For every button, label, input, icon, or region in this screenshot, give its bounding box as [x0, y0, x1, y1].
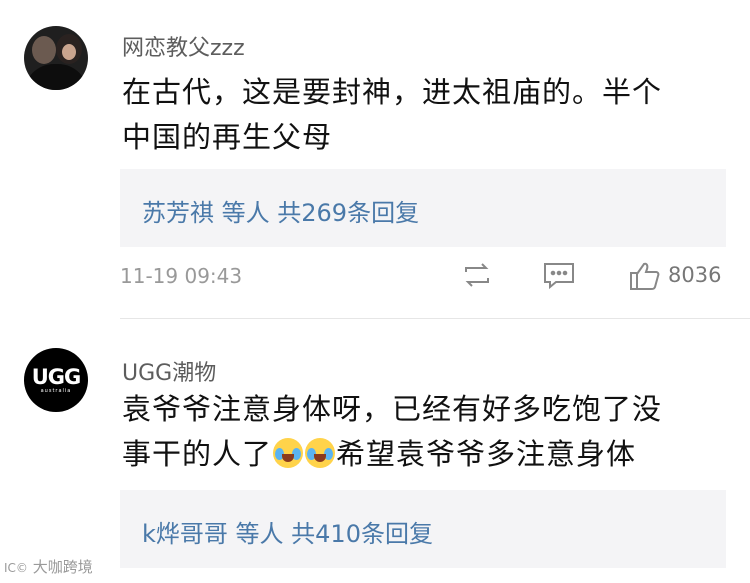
comment-text-line: 事干的人了 希望袁爷爷多注意身体	[122, 432, 722, 477]
reply-summary-link[interactable]: k烨哥哥 等人 共410条回复	[142, 514, 433, 549]
avatar-body	[24, 64, 88, 90]
reply-summary-box[interactable]: 苏芳祺 等人 共269条回复	[120, 169, 726, 247]
comment-text: 在古代，这是要封神，进太祖庙的。半个 中国的再生父母	[122, 70, 722, 160]
like-count: 8036	[668, 263, 722, 287]
username[interactable]: UGG潮物	[122, 355, 216, 387]
timestamp: 11-19 09:43	[120, 264, 243, 288]
crying-laughing-emoji-icon	[273, 438, 304, 468]
comment-icon[interactable]	[542, 260, 576, 294]
comment-item: 网恋教父zzz 在古代，这是要封神，进太祖庙的。半个 中国的再生父母 苏芳祺 等…	[0, 0, 750, 318]
comment-item: UGG australia UGG潮物 袁爷爷注意身体呀，已经有好多吃饱了没 事…	[0, 319, 750, 583]
like-thumb-icon[interactable]	[628, 260, 662, 296]
avatar[interactable]: UGG australia	[24, 348, 88, 412]
watermark-logo: IC©	[4, 561, 28, 575]
reply-summary-link[interactable]: 苏芳祺 等人 共269条回复	[142, 193, 419, 228]
crying-laughing-emoji-icon	[305, 438, 336, 468]
comment-text-line: 在古代，这是要封神，进太祖庙的。半个	[122, 75, 663, 109]
comment-text: 袁爷爷注意身体呀，已经有好多吃饱了没 事干的人了 希望袁爷爷多注意身体	[122, 387, 722, 477]
watermark: IC© 大咖跨境	[4, 556, 93, 577]
comment-text-segment: 希望袁爷爷多注意身体	[336, 437, 637, 471]
repost-icon[interactable]	[460, 260, 494, 294]
comment-text-segment: 事干的人了	[122, 437, 273, 471]
comment-text-line: 袁爷爷注意身体呀，已经有好多吃饱了没	[122, 392, 663, 426]
comment-meta-bar: 11-19 09:43 8036	[120, 256, 726, 296]
avatar-person-right-face	[62, 44, 76, 60]
watermark-text: 大咖跨境	[32, 558, 93, 576]
comment-text-line: 中国的再生父母	[122, 120, 333, 154]
avatar-person-left	[32, 36, 56, 64]
avatar[interactable]	[24, 26, 88, 90]
reply-summary-box[interactable]: k烨哥哥 等人 共410条回复	[120, 490, 726, 568]
avatar-logo-subtext: australia	[40, 387, 72, 394]
avatar-logo-text: UGG	[31, 364, 82, 389]
username[interactable]: 网恋教父zzz	[122, 30, 245, 62]
